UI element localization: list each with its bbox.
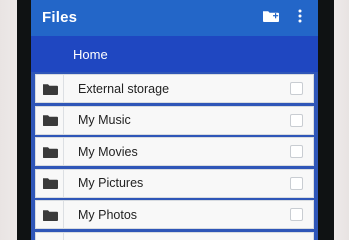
list-item-external-storage[interactable]: External storage xyxy=(35,74,314,103)
list-item-label: My Music xyxy=(78,113,131,127)
list-item-partial[interactable] xyxy=(35,231,314,240)
more-vert-icon xyxy=(298,9,302,28)
checkbox[interactable] xyxy=(290,176,303,190)
breadcrumb: Home xyxy=(31,36,318,72)
checkbox[interactable] xyxy=(290,113,303,127)
list-item-my-photos[interactable]: My Photos xyxy=(35,200,314,229)
phone-bezel-right xyxy=(318,0,334,240)
list-item-my-music[interactable]: My Music xyxy=(35,105,314,135)
phone-screen: Files Home External storage My Music My … xyxy=(31,0,318,240)
app-bar: Files xyxy=(31,0,318,36)
app-title: Files xyxy=(42,9,78,26)
folder-list: External storage My Music My Movies My P… xyxy=(35,74,314,240)
device-frame: Files Home External storage My Music My … xyxy=(0,0,349,240)
list-item-label: My Movies xyxy=(78,144,138,159)
checkbox[interactable] xyxy=(290,82,303,95)
folder-icon xyxy=(36,169,64,197)
folder-icon xyxy=(36,75,64,102)
folder-icon xyxy=(36,201,64,228)
folder-icon xyxy=(36,232,64,240)
folder-icon xyxy=(36,138,64,165)
folder-icon xyxy=(36,106,64,134)
phone-bezel-left xyxy=(17,0,31,240)
checkbox[interactable] xyxy=(290,145,303,158)
more-options-button[interactable] xyxy=(290,8,310,28)
new-folder-button[interactable] xyxy=(261,8,281,28)
list-item-label: My Photos xyxy=(78,207,138,222)
checkbox[interactable] xyxy=(290,208,303,221)
list-item-label: My Pictures xyxy=(78,176,144,190)
list-item-label: External storage xyxy=(78,81,170,96)
list-item-my-pictures[interactable]: My Pictures xyxy=(35,168,314,198)
breadcrumb-home[interactable]: Home xyxy=(73,47,108,62)
create-new-folder-icon xyxy=(262,9,280,28)
list-item-my-movies[interactable]: My Movies xyxy=(35,137,314,166)
